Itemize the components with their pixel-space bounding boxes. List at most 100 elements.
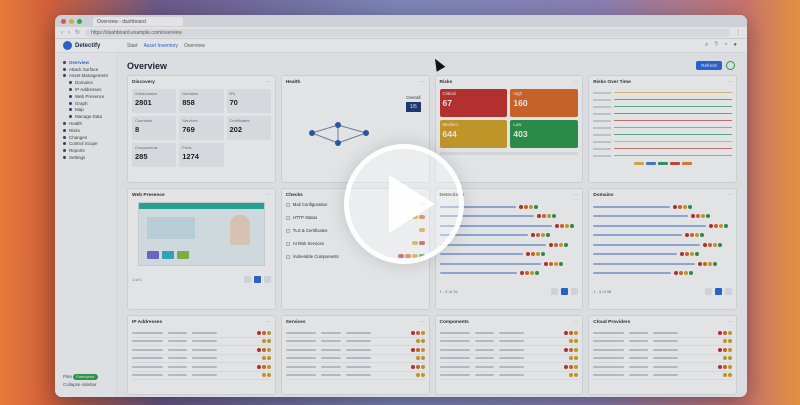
item-link[interactable] [593,205,670,208]
table-row[interactable] [439,372,579,380]
next-page-button[interactable] [263,276,271,283]
card-menu-icon[interactable]: ⋯ [727,80,732,85]
item-link[interactable] [593,243,701,246]
list-item[interactable] [593,212,732,222]
table-row[interactable] [285,363,425,372]
item-link[interactable] [439,262,541,265]
discovery-stat[interactable]: Services 769 [179,116,224,140]
table-row[interactable] [132,372,271,380]
table-row[interactable] [439,329,579,338]
discovery-stat[interactable]: Domains 858 [179,89,224,113]
sidebar-item[interactable]: Reports [63,147,116,154]
discovery-stat[interactable]: IPs 70 [226,89,271,113]
item-link[interactable] [439,243,547,246]
next-page-button[interactable] [571,288,579,295]
search-icon[interactable]: ⌕ [705,42,708,49]
discovery-stat[interactable]: Subdomains 2801 [132,89,177,113]
user-avatar-icon[interactable]: ● [733,42,737,49]
card-menu-icon[interactable]: ⋯ [573,80,578,85]
checkbox-icon[interactable] [285,203,290,207]
table-row[interactable] [285,346,425,355]
checkbox-icon[interactable] [285,242,290,246]
item-link[interactable] [439,253,523,256]
table-row[interactable] [132,346,271,355]
list-item[interactable] [593,231,732,241]
list-item[interactable] [593,269,732,279]
sidebar-item[interactable]: Health [63,120,116,127]
card-menu-icon[interactable]: ⋯ [420,320,425,325]
app-logo[interactable]: Detectify [55,41,117,50]
list-item[interactable] [593,221,732,231]
extensions-icon[interactable]: ⋮ [735,29,741,36]
prev-page-button[interactable] [243,276,251,283]
breadcrumb-item[interactable]: Asset Inventory [144,43,178,49]
list-item[interactable] [593,259,732,269]
table-row[interactable] [132,329,271,338]
list-item[interactable] [593,202,732,212]
list-item[interactable] [439,269,579,279]
discovery-stat[interactable]: Certificates 202 [226,116,271,140]
page-button[interactable] [253,276,261,283]
card-menu-icon[interactable]: ⋯ [727,193,732,198]
refresh-button[interactable]: Refresh [696,61,722,70]
table-row[interactable] [285,338,425,346]
list-item[interactable] [439,231,579,241]
sidebar-item[interactable]: Asset Management [63,73,116,80]
graph-node[interactable] [308,130,315,136]
discovery-stat[interactable]: Countries 8 [132,116,177,140]
table-row[interactable] [593,355,732,363]
breadcrumb-item[interactable]: Overview [184,43,205,49]
item-link[interactable] [593,262,695,265]
website-screenshot-thumbnail[interactable] [137,202,266,266]
table-row[interactable] [132,338,271,346]
item-link[interactable] [439,272,518,275]
sidebar-item[interactable]: Manage Data [63,113,116,120]
notifications-icon[interactable]: ◔ [724,42,728,49]
item-link[interactable] [593,215,688,218]
table-row[interactable] [439,363,579,372]
reload-icon[interactable]: ↻ [75,29,80,36]
sidebar-item[interactable]: Domains [63,79,116,86]
checkbox-icon[interactable] [285,255,290,259]
back-icon[interactable]: ‹ [61,30,63,36]
risk-severity-box[interactable]: Low 403 [510,120,579,148]
sidebar-item[interactable]: IP Addresses [63,86,116,93]
browser-tab[interactable]: Overview - dashboard [93,16,183,26]
sidebar-item[interactable]: Graph [63,100,116,107]
discovery-stat[interactable]: Components 285 [132,143,177,167]
collapse-sidebar-button[interactable]: Collapse sidebar [63,382,97,387]
sidebar-item[interactable]: Map [63,107,116,114]
prev-page-button[interactable] [551,288,559,295]
breadcrumb-item[interactable]: Start [127,43,138,49]
checkbox-icon[interactable] [285,216,290,220]
page-button[interactable] [561,288,569,295]
discovery-stat[interactable]: Ports 1274 [179,143,224,167]
item-link[interactable] [593,272,671,275]
video-play-button[interactable] [344,144,464,264]
card-menu-icon[interactable]: ⋯ [420,80,425,85]
graph-node[interactable] [362,130,369,136]
next-page-button[interactable] [725,288,732,295]
graph-node[interactable] [334,140,341,146]
table-row[interactable] [593,346,732,355]
sidebar-item[interactable]: Settings [63,154,116,161]
risk-severity-box[interactable]: High 160 [510,89,579,117]
risk-severity-box[interactable]: Medium 644 [439,120,508,148]
risk-severity-box[interactable]: Critical 67 [439,89,508,117]
prev-page-button[interactable] [705,288,712,295]
table-row[interactable] [285,329,425,338]
sidebar-item[interactable]: Overview [63,59,116,66]
table-row[interactable] [593,372,732,380]
sidebar-item[interactable]: Web Presence [63,93,116,100]
sidebar-item[interactable]: Risks [63,127,116,134]
table-row[interactable] [132,355,271,363]
item-link[interactable] [593,253,677,256]
table-row[interactable] [439,338,579,346]
maximize-window-icon[interactable] [77,18,82,24]
table-row[interactable] [285,372,425,380]
minimize-window-icon[interactable] [69,18,74,24]
table-row[interactable] [439,355,579,363]
address-field[interactable]: https://dashboard.example.com/overview [85,28,730,37]
table-row[interactable] [593,338,732,346]
card-menu-icon[interactable]: ⋯ [266,320,271,325]
